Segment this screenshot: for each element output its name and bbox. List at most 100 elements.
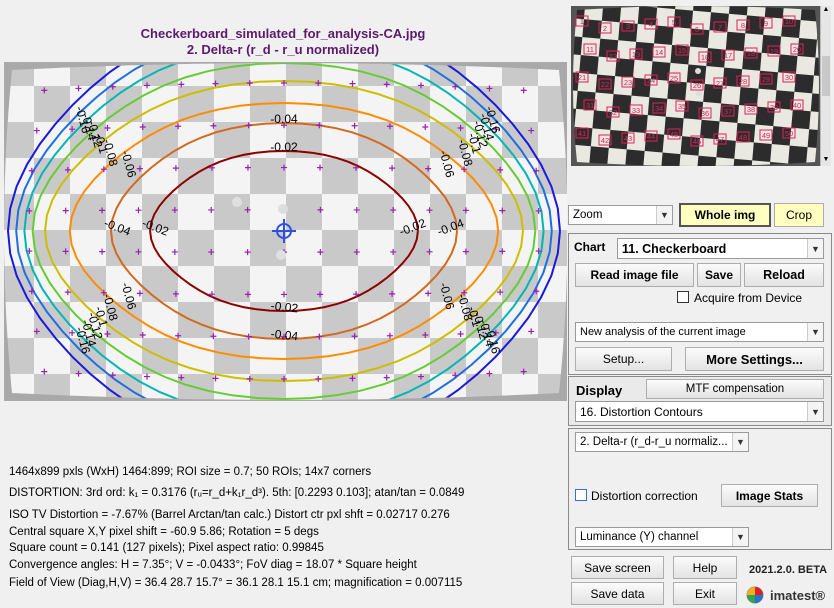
fiducial-dot [276, 250, 286, 260]
info-center-shift: Central square X,Y pixel shift = -60.9 5… [9, 526, 319, 538]
image-stats-button[interactable]: Image Stats [721, 484, 818, 507]
contour-label: -0.04 [270, 112, 298, 126]
roi-label: 38 [747, 105, 755, 114]
channel-select[interactable]: Luminance (Y) channel ▼ [575, 527, 749, 547]
contour-label: -0.02 [270, 299, 299, 316]
setup-button[interactable]: Setup... [575, 347, 672, 371]
roi-label: 7 [718, 23, 722, 32]
roi-label: 39 [770, 103, 778, 112]
roi-label: 24 [647, 76, 655, 85]
roi-label: 31 [586, 101, 594, 110]
channel-value: Luminance (Y) channel [580, 531, 699, 543]
roi-label: 6 [695, 25, 699, 34]
roi-label: 40 [793, 101, 801, 110]
thumbnail-scrollbar[interactable]: ▲ ▼ [820, 6, 831, 166]
roi-label: 9 [764, 19, 768, 28]
roi-label: 46 [693, 137, 701, 146]
imatest-logo-icon [746, 586, 764, 604]
crop-button[interactable]: Crop [774, 203, 824, 227]
reload-button[interactable]: Reload [744, 263, 824, 287]
whole-img-button[interactable]: Whole img [679, 203, 771, 227]
info-field-of-view: Field of View (Diag,H,V) = 36.4 28.7 15.… [9, 577, 463, 589]
chart-type-value: 11. Checkerboard [622, 241, 727, 256]
contour-canvas: -0.02-0.02 -0.02-0.02-0.04-0.04 -0.04-0.04… [4, 62, 567, 401]
chevron-down-icon: ▼ [807, 323, 823, 341]
roi-label: 16 [701, 53, 709, 62]
chart-type-select[interactable]: 11. Checkerboard ▼ [617, 238, 824, 259]
roi-label: 10 [785, 17, 793, 26]
roi-label: 17 [724, 51, 732, 60]
analysis-value: New analysis of the current image [580, 326, 746, 338]
display-type-value: 16. Distortion Contours [580, 404, 703, 419]
roi-label: 48 [739, 133, 747, 142]
roi-label: 8 [741, 21, 745, 30]
roi-label: 2 [603, 24, 607, 33]
roi-label: 43 [624, 134, 632, 143]
help-button[interactable]: Help [673, 556, 737, 579]
save-button[interactable]: Save [697, 263, 741, 287]
roi-label: 1 [580, 17, 584, 26]
roi-label: 34 [655, 104, 663, 113]
chevron-down-icon: ▼ [732, 433, 748, 451]
roi-label: 50 [785, 129, 793, 138]
display-type-select[interactable]: 16. Distortion Contours ▼ [575, 401, 824, 422]
info-image-size: 1464x899 pxls (WxH) 1464:899; ROI size =… [9, 466, 372, 478]
roi-label: 23 [624, 78, 632, 87]
roi-label: 18 [747, 49, 755, 58]
more-settings-button[interactable]: More Settings... [685, 347, 824, 371]
save-data-button[interactable]: Save data [571, 582, 664, 605]
roi-label: 42 [601, 136, 609, 145]
fiducial-dot [278, 204, 288, 214]
roi-label: 28 [739, 77, 747, 86]
roi-label: 19 [770, 47, 778, 56]
roi-label: 33 [632, 106, 640, 115]
distortion-correction-checkbox[interactable] [575, 489, 587, 501]
contour-label: -0.04 [270, 327, 299, 344]
acquire-checkbox[interactable] [677, 291, 689, 303]
roi-label: 32 [609, 108, 617, 117]
roi-label: 47 [716, 135, 724, 144]
roi-label: 27 [716, 79, 724, 88]
mtf-compensation-button[interactable]: MTF compensation [646, 379, 824, 399]
roi-label: 35 [678, 102, 686, 111]
analysis-select[interactable]: New analysis of the current image ▼ [575, 322, 824, 342]
chevron-down-icon: ▼ [807, 402, 823, 421]
roi-label: 15 [678, 46, 686, 55]
fiducial-dot [232, 197, 242, 207]
roi-label: 12 [609, 52, 617, 61]
zoom-select[interactable]: Zoom ▼ [568, 205, 673, 225]
chevron-down-icon: ▼ [656, 206, 672, 224]
version-label: 2021.2.0. BETA [749, 564, 828, 576]
info-convergence: Convergence angles: H = 7.35°; V = -0.04… [9, 559, 417, 571]
acquire-label: Acquire from Device [694, 291, 803, 305]
distortion-correction-label: Distortion correction [591, 489, 698, 503]
roi-label: 30 [785, 73, 793, 82]
image-thumbnail[interactable]: 1 2 3 4 5 6 7 8 9 10 11 12 13 14 15 16 17 18 19 20 21 22 23 24 2… [571, 6, 831, 166]
info-square-count: Square count = 0.141 (127 pixels); Pixel… [9, 542, 324, 554]
roi-label: 25 [670, 74, 678, 83]
roi-label: 13 [632, 50, 640, 59]
chevron-down-icon: ▼ [732, 528, 748, 546]
info-distortion: DISTORTION: 3rd ord: k₁ = 0.3176 (rᵤ=r_d… [9, 487, 465, 499]
read-image-file-button[interactable]: Read image file [575, 263, 694, 287]
display-label: Display [576, 383, 623, 398]
zoom-value: Zoom [573, 209, 603, 221]
roi-label: 5 [672, 18, 676, 27]
roi-label: 11 [586, 45, 594, 54]
exit-button[interactable]: Exit [673, 582, 737, 605]
plot-type-select[interactable]: 2. Delta-r (r_d-r_u normaliz... ▼ [575, 432, 749, 452]
save-screen-button[interactable]: Save screen [571, 556, 664, 579]
roi-label: 41 [578, 129, 586, 138]
roi-label: 49 [762, 131, 770, 140]
chevron-down-icon: ▼ [807, 239, 823, 258]
roi-label: 20 [793, 45, 801, 54]
roi-label: 22 [601, 80, 609, 89]
roi-label: 36 [701, 109, 709, 118]
contour-label: -0.02 [270, 140, 298, 154]
roi-label: 4 [649, 20, 653, 29]
roi-label: 29 [762, 75, 770, 84]
roi-label: 45 [670, 130, 678, 139]
plot-type-value: 2. Delta-r (r_d-r_u normaliz... [580, 436, 728, 448]
plot-subtitle: 2. Delta-r (r_d - r_u normalized) [186, 42, 380, 57]
roi-label: 14 [655, 48, 663, 57]
